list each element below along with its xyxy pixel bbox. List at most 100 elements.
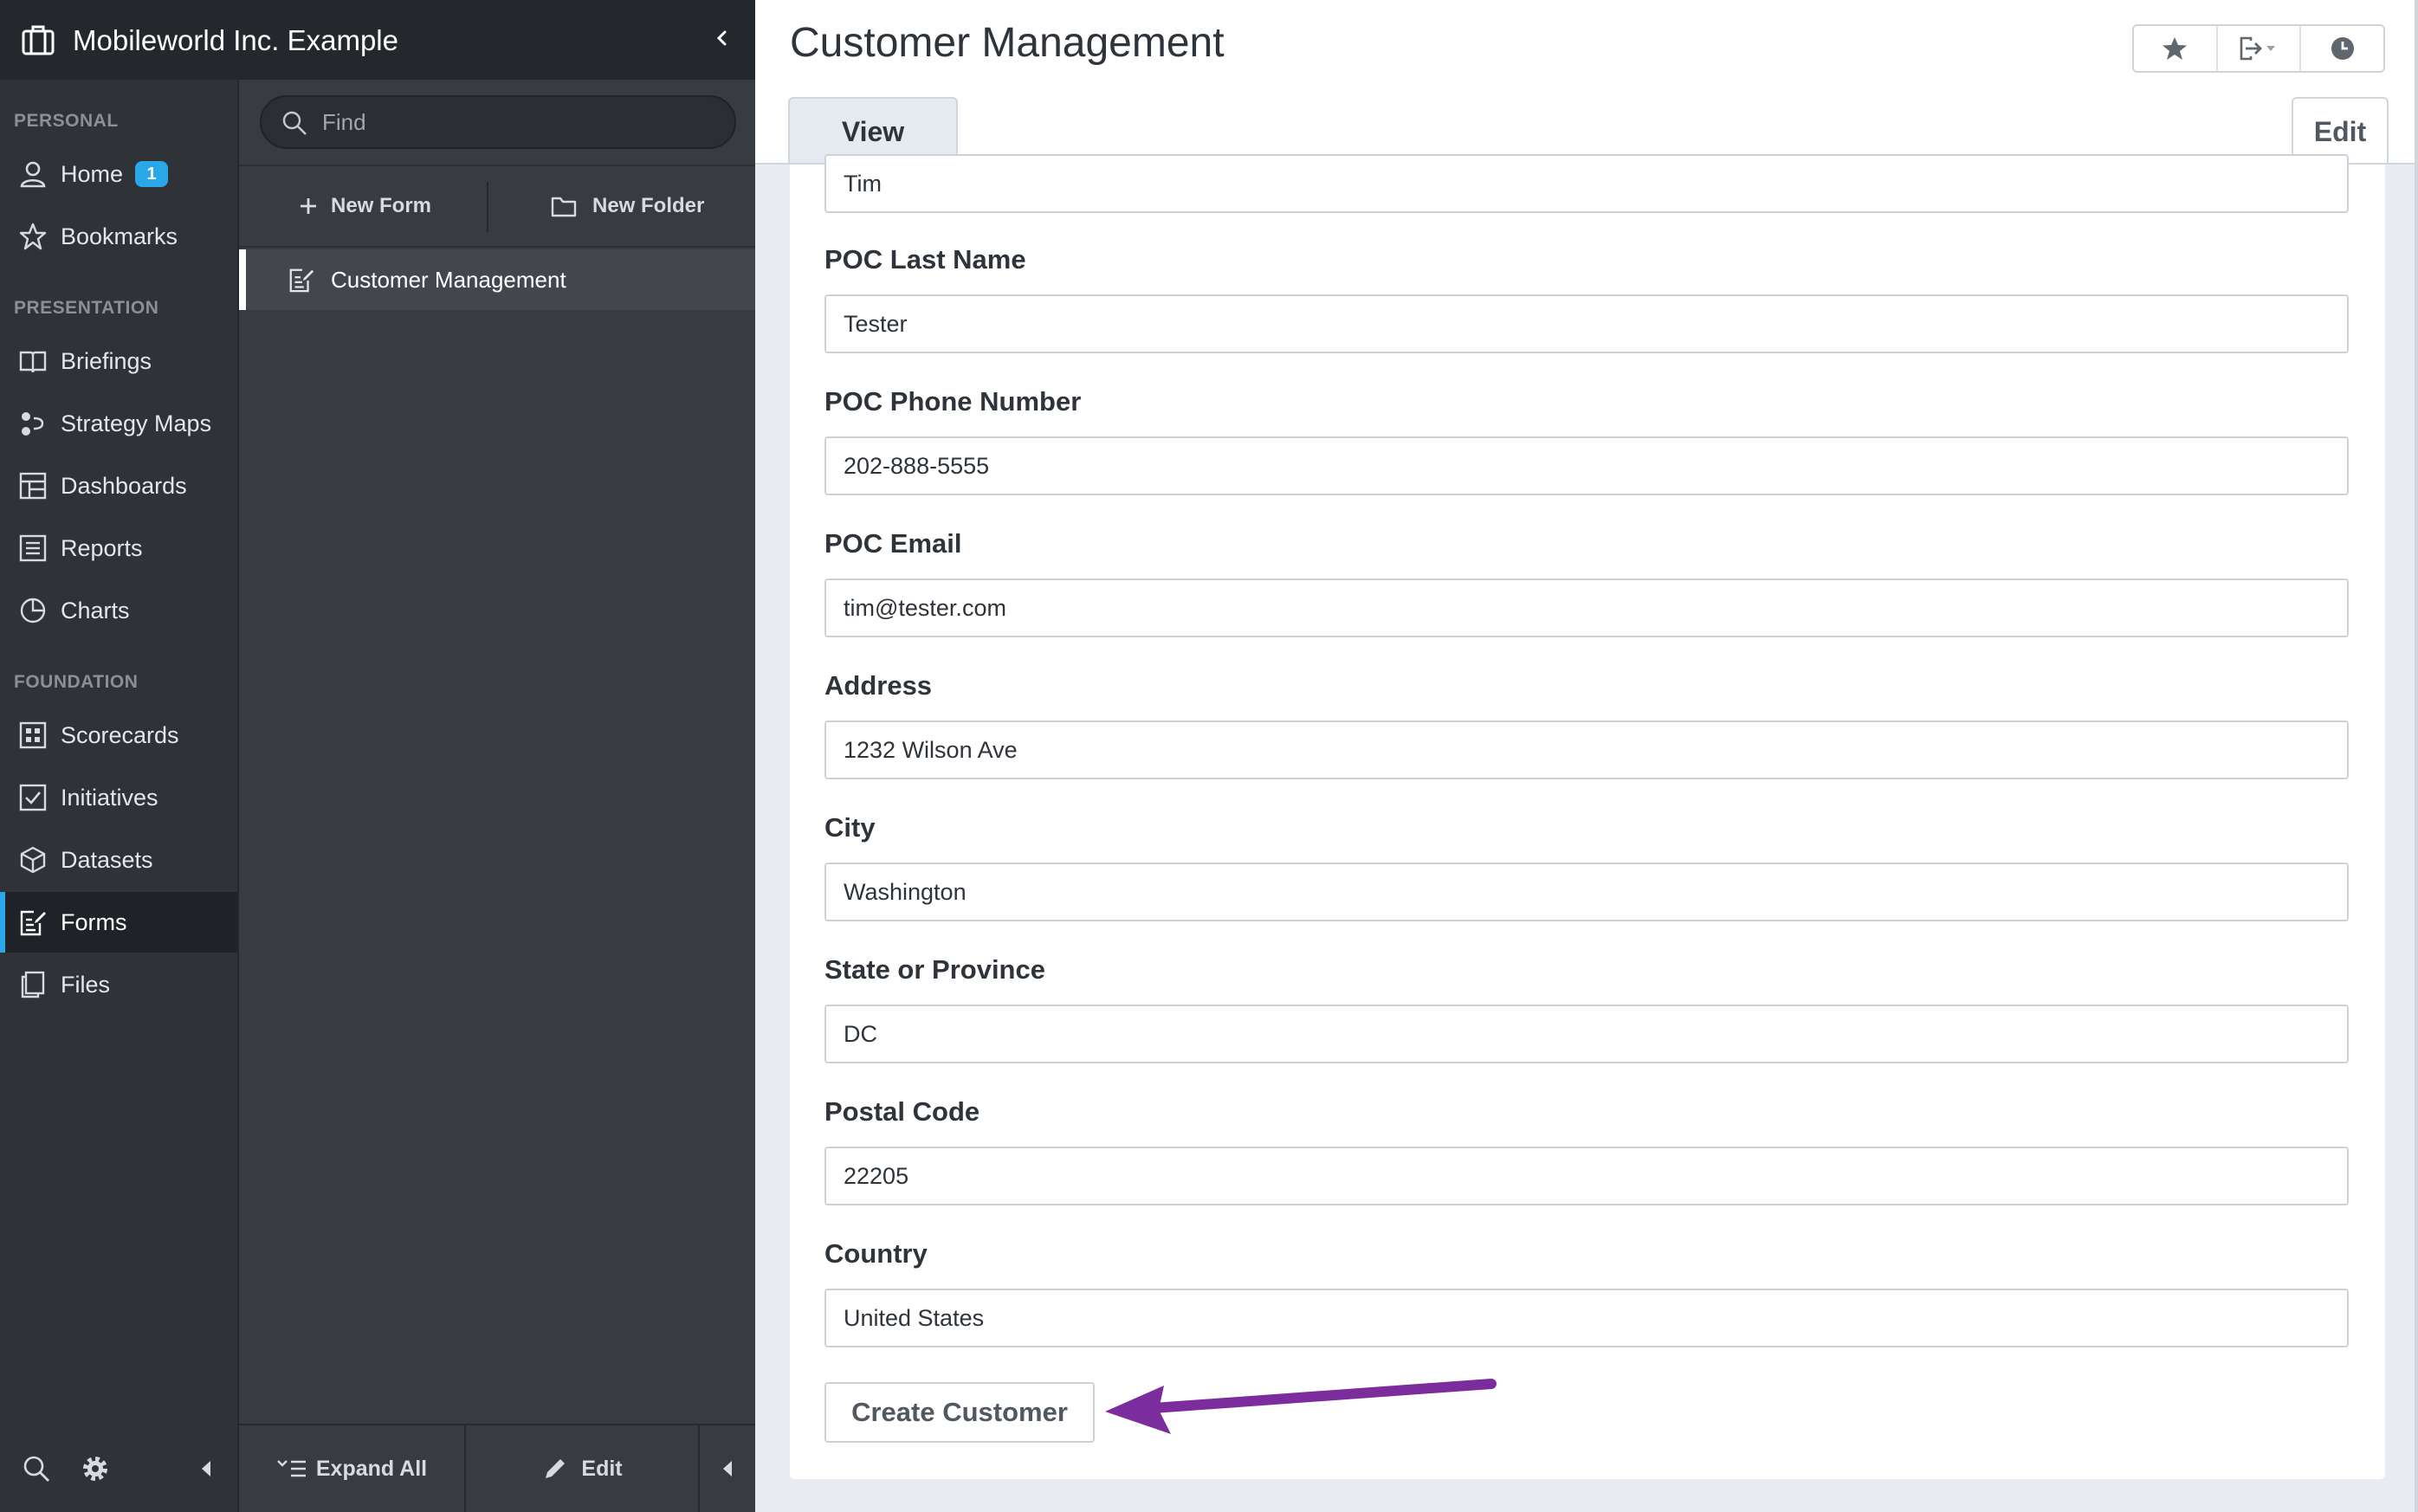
page-toolbar <box>2132 24 2385 73</box>
country-label: Country <box>824 1238 928 1269</box>
clock-icon <box>2331 37 2354 60</box>
expand-list-icon <box>277 1460 306 1477</box>
book-icon <box>16 344 50 378</box>
poc-phone-label: POC Phone Number <box>824 386 1082 417</box>
pie-chart-icon <box>16 593 50 628</box>
section-personal: PERSONAL <box>14 111 119 131</box>
pencil-icon <box>546 1459 566 1478</box>
sidebar-item-label: Bookmarks <box>61 223 178 249</box>
star-icon <box>2163 37 2188 60</box>
briefcase-icon <box>22 25 55 55</box>
files-icon <box>16 967 50 1002</box>
form-icon <box>16 905 50 940</box>
new-folder-button[interactable]: New Folder <box>551 166 704 246</box>
find-input[interactable] <box>322 104 721 140</box>
folder-icon <box>551 197 577 217</box>
history-button[interactable] <box>2301 26 2383 71</box>
search-icon[interactable] <box>19 1451 54 1486</box>
report-icon <box>16 531 50 565</box>
scorecard-icon <box>16 718 50 753</box>
poc-phone-input[interactable] <box>824 436 2349 495</box>
forms-tree-panel: New Form New Folder Customer Management … <box>237 80 755 1512</box>
plus-icon <box>301 198 316 214</box>
sidebar-item-initiatives[interactable]: Initiatives <box>0 767 237 828</box>
bookmark-button[interactable] <box>2134 26 2218 71</box>
tree-item-label: Customer Management <box>331 266 566 293</box>
divider <box>487 182 488 232</box>
sidebar-item-strategy-maps[interactable]: Strategy Maps <box>0 393 237 454</box>
sidebar-item-scorecards[interactable]: Scorecards <box>0 705 237 766</box>
search-icon <box>282 111 307 135</box>
sidebar-item-bookmarks[interactable]: Bookmarks <box>0 206 237 267</box>
address-input[interactable] <box>824 720 2349 779</box>
gear-icon[interactable] <box>78 1451 113 1486</box>
poc-last-name-input[interactable] <box>824 294 2349 353</box>
form-icon <box>289 268 314 293</box>
window-edge <box>2415 0 2418 1512</box>
state-label: State or Province <box>824 954 1045 985</box>
sidebar-item-home[interactable]: Home 1 <box>0 144 237 204</box>
sidebar-item-label: Forms <box>61 908 127 935</box>
checkbox-icon <box>16 780 50 815</box>
dashboard-icon <box>16 468 50 503</box>
postal-code-input[interactable] <box>824 1147 2349 1205</box>
sidebar-item-label: Charts <box>61 597 130 624</box>
expand-all-label: Expand All <box>315 1456 428 1481</box>
notification-badge: 1 <box>135 161 169 187</box>
poc-last-name-label: POC Last Name <box>824 244 1026 275</box>
top-bar: Mobileworld Inc. Example <box>0 0 755 80</box>
form-card: POC Last Name POC Phone Number POC Email… <box>790 154 2385 1479</box>
new-form-label: New Form <box>331 194 432 217</box>
country-input[interactable] <box>824 1289 2349 1347</box>
collapse-panel-button[interactable] <box>700 1425 755 1512</box>
sidebar-item-forms[interactable]: Forms <box>0 892 237 953</box>
main-content: Customer Management View Edit POC Last N… <box>755 0 2418 1512</box>
org-title[interactable]: Mobileworld Inc. Example <box>73 21 398 61</box>
postal-code-label: Postal Code <box>824 1096 980 1127</box>
strategy-map-icon <box>16 406 50 441</box>
user-icon <box>16 157 50 191</box>
star-icon <box>16 219 50 254</box>
poc-email-input[interactable] <box>824 578 2349 637</box>
sidebar-item-charts[interactable]: Charts <box>0 580 237 641</box>
address-label: Address <box>824 670 933 701</box>
tree-footer: Expand All Edit <box>239 1424 755 1512</box>
page-title: Customer Management <box>790 20 1225 66</box>
sidebar-item-datasets[interactable]: Datasets <box>0 830 237 890</box>
new-form-button[interactable]: New Form <box>298 166 431 246</box>
poc-email-label: POC Email <box>824 528 962 559</box>
sidebar-item-label: Briefings <box>61 347 152 374</box>
section-presentation: PRESENTATION <box>14 298 159 318</box>
chevron-left-icon[interactable] <box>708 24 736 52</box>
export-icon <box>2240 36 2275 61</box>
create-customer-button[interactable]: Create Customer <box>824 1382 1095 1443</box>
state-input[interactable] <box>824 1005 2349 1063</box>
sidebar-item-dashboards[interactable]: Dashboards <box>0 456 237 516</box>
city-input[interactable] <box>824 863 2349 921</box>
tree-item-customer-management[interactable]: Customer Management <box>239 249 755 310</box>
sidebar-item-label: Reports <box>61 534 143 561</box>
sidebar-item-label: Scorecards <box>61 721 179 748</box>
collapse-panel-icon <box>723 1461 732 1476</box>
sidebar-item-label: Datasets <box>61 846 153 873</box>
cube-icon <box>16 843 50 877</box>
sidebar-footer <box>0 1424 237 1512</box>
annotation-arrow <box>1105 1379 1497 1434</box>
sidebar-nav: PERSONAL Home 1 Bookmarks PRESENTATION B… <box>0 80 237 1512</box>
edit-tree-button[interactable]: Edit <box>466 1425 698 1512</box>
sidebar-item-briefings[interactable]: Briefings <box>0 331 237 391</box>
poc-first-name-input[interactable] <box>824 154 2349 213</box>
sidebar-item-reports[interactable]: Reports <box>0 518 237 578</box>
collapse-sidebar-icon[interactable] <box>189 1451 223 1486</box>
section-foundation: FOUNDATION <box>14 672 139 692</box>
export-dropdown-button[interactable] <box>2218 26 2302 71</box>
expand-all-button[interactable]: Expand All <box>239 1425 464 1512</box>
edit-label: Edit <box>581 1456 623 1481</box>
city-label: City <box>824 812 876 843</box>
tree-actions: New Form New Folder <box>239 165 755 248</box>
new-folder-label: New Folder <box>592 194 705 217</box>
sidebar-item-files[interactable]: Files <box>0 954 237 1015</box>
find-box[interactable] <box>260 95 736 149</box>
sidebar-item-label: Home <box>61 160 124 187</box>
sidebar-item-label: Strategy Maps <box>61 410 212 436</box>
